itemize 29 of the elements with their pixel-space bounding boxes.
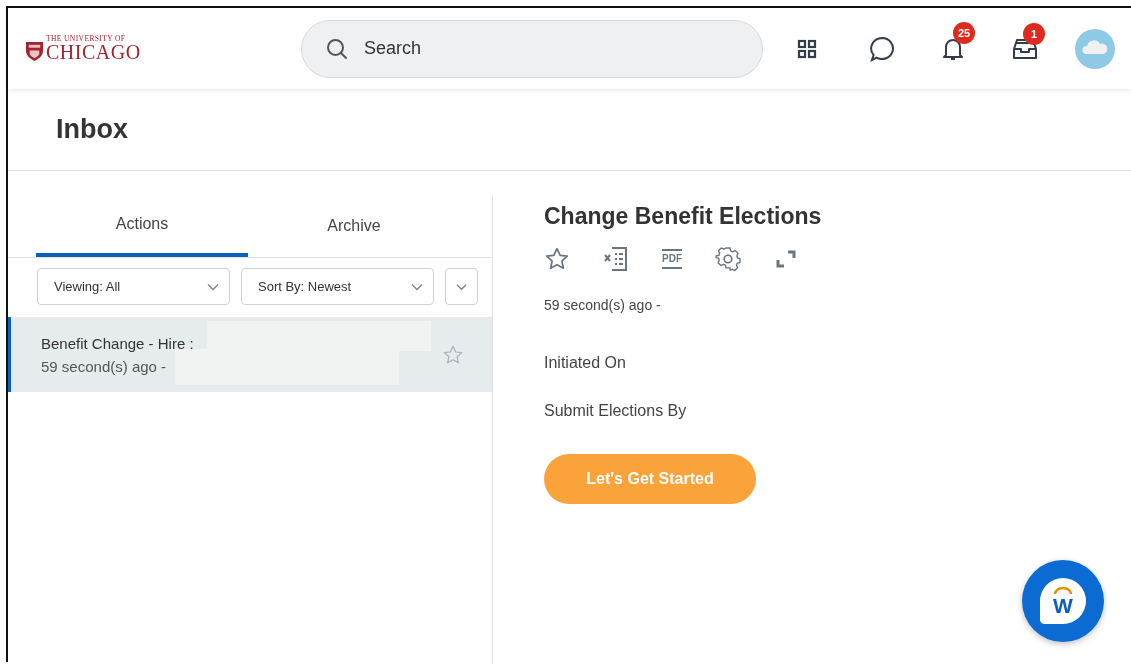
inbox-count: 1 bbox=[1023, 22, 1045, 45]
shield-icon bbox=[25, 41, 44, 63]
arc-icon bbox=[1053, 586, 1073, 595]
spreadsheet-icon[interactable] bbox=[603, 246, 629, 272]
field-label: Initiated On bbox=[544, 354, 627, 372]
page-title: Inbox bbox=[56, 114, 128, 145]
settings-icon[interactable] bbox=[715, 246, 741, 272]
chevron-down-icon bbox=[456, 282, 467, 291]
logo-text: CHICAGO bbox=[46, 42, 141, 63]
apps-grid-icon[interactable] bbox=[797, 38, 817, 59]
task-title: Change Benefit Elections bbox=[544, 203, 822, 230]
item-title: Benefit Change - Hire : bbox=[41, 334, 194, 352]
dropdown[interactable]: Sort By: Newest bbox=[241, 268, 434, 305]
inbox-tray-icon[interactable] bbox=[1011, 36, 1039, 61]
field-label: Submit Elections By bbox=[544, 402, 688, 420]
chevron-down-icon bbox=[207, 282, 219, 291]
star-icon[interactable] bbox=[442, 344, 464, 366]
tab[interactable]: Actions bbox=[36, 195, 248, 257]
time-text: 59 second(s) ago - bbox=[544, 297, 662, 313]
chevron-down-icon bbox=[411, 282, 423, 291]
star-icon[interactable] bbox=[544, 246, 570, 272]
assistant-button[interactable]: W bbox=[1022, 560, 1104, 642]
chat-bubble-icon[interactable] bbox=[869, 35, 895, 62]
notification-count: 25 bbox=[953, 21, 975, 44]
inbox-item[interactable]: Benefit Change - Hire : 59 second(s) ago - bbox=[8, 317, 492, 392]
search-field[interactable]: Search bbox=[301, 19, 763, 78]
dropdown[interactable]: Viewing: All bbox=[37, 268, 230, 305]
item-time: 59 second(s) ago - bbox=[41, 357, 168, 375]
tab[interactable]: Archive bbox=[248, 195, 460, 257]
